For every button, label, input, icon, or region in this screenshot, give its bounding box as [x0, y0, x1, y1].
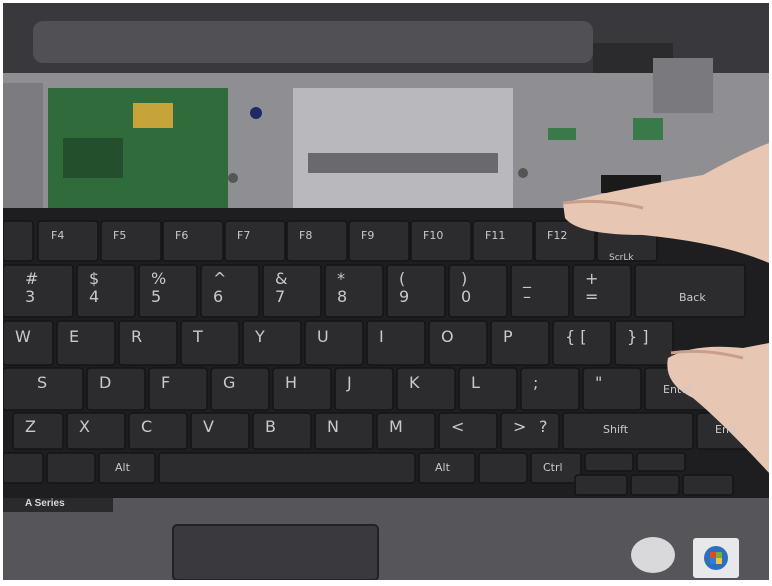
key-r: R	[131, 327, 143, 346]
key-f8: F8	[299, 229, 313, 242]
key-f9: F9	[361, 229, 375, 242]
key-i: I	[379, 327, 384, 346]
key-scrlk: ScrLk	[609, 253, 634, 263]
series-branding: A Series	[25, 498, 65, 509]
key-0-top: )	[461, 269, 468, 288]
key-f6: F6	[175, 229, 189, 242]
key-e: E	[69, 327, 80, 346]
key-c: C	[141, 417, 153, 436]
key-f4: F4	[51, 229, 65, 242]
key-comma: <	[451, 417, 465, 436]
key-4-top: $	[89, 269, 100, 288]
key-6: 6	[213, 287, 224, 306]
sticker	[631, 537, 675, 573]
key-8-top: *	[337, 269, 345, 288]
key-0: 0	[461, 287, 472, 306]
key-shift: Shift	[603, 423, 629, 436]
key-quote: "	[595, 373, 603, 392]
key-b: B	[265, 417, 276, 436]
key-m: M	[389, 417, 403, 436]
key-y: Y	[255, 327, 265, 346]
laptop-photo: F4 F5 F6 F7 F8 F9 F10 F11 F12 ScrLk # 3 …	[3, 3, 769, 580]
screw-hole	[250, 107, 262, 119]
key-k: K	[409, 373, 420, 392]
key-u: U	[317, 327, 329, 346]
key-right-bracket: } ]	[627, 327, 649, 346]
key-end: End	[715, 423, 736, 436]
key-semicolon: ;	[533, 373, 539, 392]
key-5: 5	[151, 287, 162, 306]
key-p: P	[503, 327, 513, 346]
key-3: 3	[25, 287, 36, 306]
key-n: N	[327, 417, 339, 436]
photo-scene	[3, 3, 769, 580]
key-v: V	[203, 417, 214, 436]
key-f5: F5	[113, 229, 127, 242]
key-o: O	[441, 327, 454, 346]
key-minus: –	[523, 287, 531, 306]
key-f11: F11	[485, 229, 506, 242]
key-f7: F7	[237, 229, 251, 242]
key-alt-left: Alt	[115, 461, 130, 474]
key-7-top: &	[275, 269, 288, 288]
key-4: 4	[89, 287, 100, 306]
key-f: F	[161, 373, 171, 392]
key-backspace: Back	[679, 291, 706, 304]
key-slash: ?	[539, 417, 548, 436]
key-ctrl: Ctrl	[543, 461, 563, 474]
key-s: S	[37, 373, 48, 392]
key-9-top: (	[399, 269, 406, 288]
key-6-top: ^	[213, 269, 227, 288]
key-period: >	[513, 417, 527, 436]
key-z: Z	[25, 417, 36, 436]
key-7: 7	[275, 287, 286, 306]
key-equal-top: +	[585, 269, 599, 288]
key-8: 8	[337, 287, 348, 306]
key-j: J	[347, 373, 352, 392]
key-5-top: %	[151, 269, 167, 288]
key-alt-right: Alt	[435, 461, 450, 474]
key-w: W	[15, 327, 31, 346]
touchpad	[172, 524, 379, 580]
key-f10: F10	[423, 229, 444, 242]
key-left-bracket: { [	[565, 327, 587, 346]
key-minus-top: _	[523, 269, 531, 288]
key-equal: =	[585, 287, 599, 306]
key-enter: Enter	[663, 383, 693, 396]
key-h: H	[285, 373, 298, 392]
key-x: X	[79, 417, 90, 436]
key-g: G	[223, 373, 236, 392]
key-f12: F12	[547, 229, 568, 242]
key-9: 9	[399, 287, 410, 306]
key-d: D	[99, 373, 112, 392]
key-l: L	[471, 373, 480, 392]
hinge-bracket	[653, 58, 713, 113]
hinge-cover	[33, 21, 593, 63]
key-3-top: #	[25, 269, 39, 288]
key-t: T	[193, 327, 203, 346]
